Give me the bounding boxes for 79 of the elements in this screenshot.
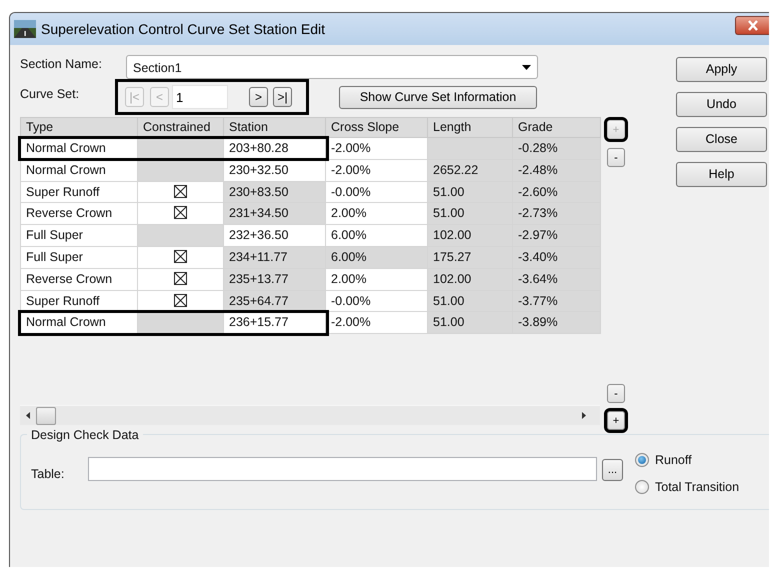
row-button[interactable]: + [607, 411, 625, 430]
table-cell: 230+32.50 [224, 159, 326, 182]
option-label[interactable]: Total Transition [655, 478, 740, 496]
table-cell: 2.00% [326, 268, 428, 290]
table-cell: 6.00% [326, 224, 428, 246]
table-cell: -2.48% [512, 159, 600, 182]
section-name-dropdown[interactable]: Section1 [126, 55, 538, 79]
curve-set-field[interactable]: 1 [172, 85, 228, 109]
checkbox[interactable] [174, 250, 187, 263]
column-header[interactable]: Cross Slope [326, 118, 428, 138]
close-icon[interactable] [746, 20, 758, 30]
action-button[interactable]: Apply [676, 57, 767, 82]
table-cell: 234+11.77 [224, 246, 326, 268]
column-header[interactable]: Type [20, 118, 138, 138]
table-cell: 2652.22 [428, 159, 512, 182]
table-cell: 51.00 [428, 312, 512, 334]
left-arrow-icon[interactable] [26, 412, 30, 419]
table-cell: -2.97% [512, 224, 600, 246]
table-cell: -3.77% [512, 290, 600, 312]
checkbox[interactable] [174, 272, 187, 285]
table-cell: 175.27 [428, 246, 512, 268]
right-arrow-icon[interactable] [582, 412, 586, 419]
table-cell: 102.00 [428, 268, 512, 290]
checkbox[interactable] [174, 206, 187, 220]
radio-button[interactable] [635, 453, 649, 468]
table-cell: Full Super [20, 246, 138, 268]
table-cell: 51.00 [428, 290, 512, 312]
table-cell: -3.40% [512, 246, 600, 268]
table-cell: 6.00% [326, 246, 428, 268]
table-cell: 2.00% [326, 202, 428, 225]
table-cell: 232+36.50 [224, 224, 326, 246]
table-cell: 236+15.77 [224, 312, 326, 334]
checkbox[interactable] [174, 294, 187, 307]
column-header[interactable]: Constrained [138, 118, 224, 138]
table-cell: -2.00% [326, 159, 428, 182]
column-header[interactable]: Grade [512, 118, 600, 138]
browse-button[interactable]: ... [602, 459, 623, 481]
radio-button[interactable] [635, 480, 649, 494]
table-cell: 235+13.77 [224, 268, 326, 290]
show-info-button[interactable]: Show Curve Set Information [339, 86, 537, 108]
table-cell: 102.00 [428, 224, 512, 246]
dropdown-arrow-icon[interactable] [522, 64, 531, 70]
table-cell: 51.00 [428, 202, 512, 225]
window-title: Superelevation Control Curve Set Station Edit [41, 20, 326, 39]
table-cell: -2.60% [512, 181, 600, 203]
horizontal-scrollbar[interactable] [20, 405, 600, 425]
road-icon [14, 20, 36, 38]
table-cell: Super Runoff [20, 181, 138, 203]
row-button[interactable]: - [607, 384, 625, 403]
option-label[interactable]: Runoff [655, 451, 692, 470]
checkbox[interactable] [174, 184, 187, 198]
table-cell: Normal Crown [20, 312, 138, 334]
table-cell: 231+34.50 [224, 202, 326, 225]
column-header[interactable]: Length [428, 118, 512, 138]
nav-button[interactable]: > [249, 87, 268, 107]
table-cell: Reverse Crown [20, 268, 138, 290]
table-label: Table: [31, 466, 66, 483]
table-cell: 51.00 [428, 181, 512, 203]
table-cell: Reverse Crown [20, 202, 138, 225]
table-cell: Normal Crown [20, 159, 138, 182]
table-cell: Full Super [20, 224, 138, 246]
table-cell: 230+83.50 [224, 181, 326, 203]
action-button[interactable]: Undo [676, 92, 767, 117]
action-button[interactable]: Help [676, 162, 767, 187]
curve-set-label: Curve Set: [20, 86, 80, 103]
table-cell: -3.64% [512, 268, 600, 290]
nav-button[interactable]: >| [273, 87, 292, 107]
section-name-label: Section Name: [20, 56, 103, 73]
table-input-field[interactable] [88, 457, 597, 481]
column-header[interactable]: Station [224, 118, 326, 138]
table-cell: -3.89% [512, 312, 600, 334]
table-cell: -2.73% [512, 202, 600, 225]
table-cell: -0.00% [326, 290, 428, 312]
table-cell: -0.00% [326, 181, 428, 203]
scrollbar-thumb[interactable] [36, 406, 56, 424]
close-button[interactable] [735, 16, 769, 34]
row-button[interactable]: - [607, 148, 625, 167]
action-button[interactable]: Close [676, 127, 767, 152]
table-cell: -0.28% [512, 138, 600, 160]
